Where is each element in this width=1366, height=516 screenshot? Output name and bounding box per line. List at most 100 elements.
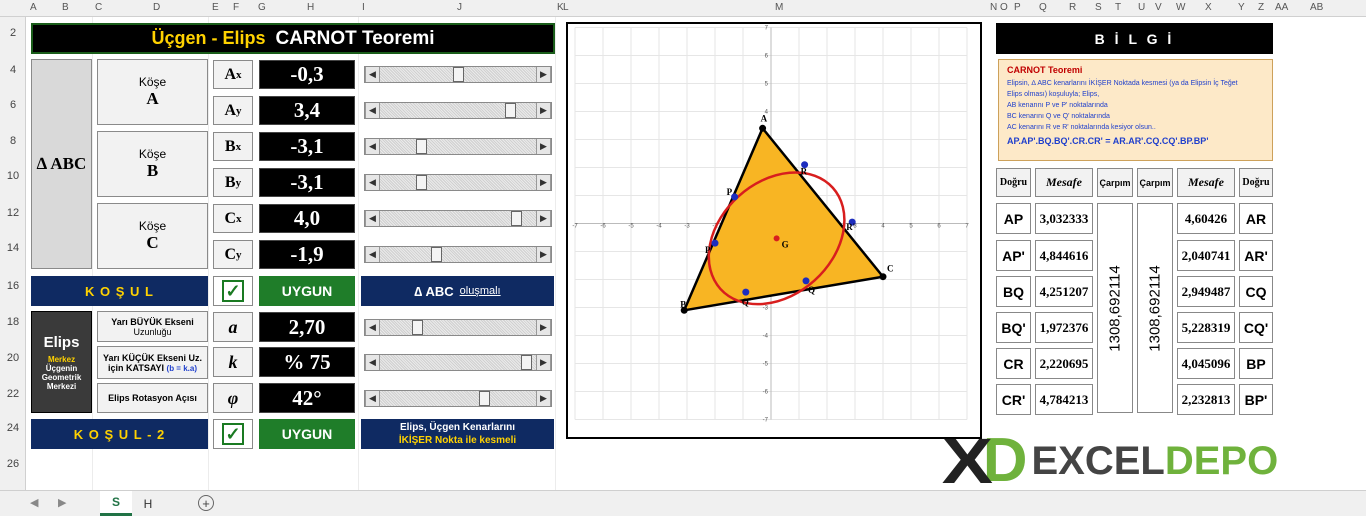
slider-thumb[interactable] (520, 355, 532, 370)
scroll-left-arrow-icon[interactable]: ◀ (365, 103, 380, 118)
scroll-right-arrow-icon[interactable]: ▶ (536, 320, 551, 335)
row-header[interactable]: 2 (0, 27, 26, 39)
scroll-right-arrow-icon[interactable]: ▶ (536, 175, 551, 190)
slider-thumb[interactable] (430, 247, 442, 262)
row-header[interactable]: 20 (0, 352, 26, 364)
param-k-label: Yarı KÜÇÜK Ekseni Uz. için KATSAYI (b = … (97, 346, 208, 379)
slider-thumb[interactable] (510, 211, 522, 226)
bilgi-formula: AP.AP'.BQ.BQ'.CR.CR' = AR.AR'.CQ.CQ'.BP.… (1007, 136, 1209, 146)
sheet-tab-s[interactable]: S (100, 491, 132, 516)
column-header[interactable]: F (233, 2, 239, 13)
row-header[interactable]: 10 (0, 170, 26, 182)
row-header[interactable]: 24 (0, 422, 26, 434)
column-header[interactable]: S (1095, 2, 1102, 13)
param-value: % 75 (259, 347, 355, 377)
row-header[interactable]: 26 (0, 458, 26, 470)
scroll-right-arrow-icon[interactable]: ▶ (536, 247, 551, 262)
row-header[interactable]: 18 (0, 316, 26, 328)
slider-thumb[interactable] (411, 320, 423, 335)
slider-thumb[interactable] (452, 67, 464, 82)
column-header[interactable]: L (563, 2, 569, 13)
slider-thumb[interactable] (416, 139, 428, 154)
scroll-right-arrow-icon[interactable]: ▶ (536, 67, 551, 82)
param-slider[interactable]: ◀ ▶ (364, 319, 552, 336)
param-slider[interactable]: ◀ ▶ (364, 390, 552, 407)
chart-svg: -7-7-6-6-5-5-4-4-3-3-2-2-1-1112233445566… (572, 26, 969, 424)
column-header[interactable]: U (1138, 2, 1145, 13)
param-slider[interactable]: ◀ ▶ (364, 354, 552, 371)
row-header[interactable]: 16 (0, 280, 26, 292)
scroll-left-arrow-icon[interactable]: ◀ (365, 139, 380, 154)
scroll-right-arrow-icon[interactable]: ▶ (536, 103, 551, 118)
scroll-left-arrow-icon[interactable]: ◀ (365, 320, 380, 335)
column-header[interactable]: W (1176, 2, 1185, 13)
scroll-right-arrow-icon[interactable]: ▶ (536, 211, 551, 226)
slider-thumb[interactable] (478, 391, 490, 406)
row-header[interactable]: 4 (0, 64, 26, 76)
intersection-point (802, 277, 810, 285)
column-header[interactable]: J (457, 2, 462, 13)
add-sheet-icon[interactable]: + (198, 495, 214, 511)
column-header[interactable]: V (1155, 2, 1162, 13)
column-header[interactable]: P (1014, 2, 1021, 13)
column-header[interactable]: T (1115, 2, 1121, 13)
slider-thumb[interactable] (504, 103, 516, 118)
column-header[interactable]: AB (1310, 2, 1323, 13)
column-header[interactable]: X (1205, 2, 1212, 13)
y-tick-label: 7 (765, 26, 769, 32)
coord-value: -3,1 (259, 168, 355, 197)
title-part1: Üçgen - Elips (151, 28, 266, 48)
column-header[interactable]: O (1000, 2, 1008, 13)
scroll-left-arrow-icon[interactable]: ◀ (365, 67, 380, 82)
coord-label: Ay (213, 96, 253, 125)
sheet-tab-h[interactable]: H (134, 491, 162, 516)
scroll-right-icon[interactable]: ▶ (58, 496, 66, 509)
kosul-checkbox[interactable]: ✓ (213, 276, 253, 306)
column-header[interactable]: C (95, 2, 102, 13)
column-header[interactable]: A (30, 2, 37, 13)
row-header[interactable]: 8 (0, 135, 26, 147)
row-header[interactable]: 14 (0, 242, 26, 254)
column-header[interactable]: G (258, 2, 266, 13)
scroll-left-arrow-icon[interactable]: ◀ (365, 175, 380, 190)
row-header[interactable]: 22 (0, 388, 26, 400)
column-header[interactable]: Z (1258, 2, 1264, 13)
scroll-left-icon[interactable]: ◀ (30, 496, 38, 509)
column-header[interactable]: R (1069, 2, 1076, 13)
bilgi-heading: CARNOT Teoremi (1007, 65, 1083, 75)
kosul2-checkbox[interactable]: ✓ (213, 419, 253, 449)
coord-slider[interactable]: ◀ ▶ (364, 174, 552, 191)
bilgi-title: B İ L G İ (996, 23, 1273, 54)
scroll-left-arrow-icon[interactable]: ◀ (365, 247, 380, 262)
column-header[interactable]: M (775, 2, 783, 13)
coord-slider[interactable]: ◀ ▶ (364, 102, 552, 119)
scroll-left-arrow-icon[interactable]: ◀ (365, 391, 380, 406)
scroll-right-arrow-icon[interactable]: ▶ (536, 391, 551, 406)
intersection-label: P' (705, 245, 713, 255)
scroll-left-arrow-icon[interactable]: ◀ (365, 355, 380, 370)
segment-length: 3,032333 (1035, 203, 1093, 234)
row-header[interactable]: 6 (0, 99, 26, 111)
column-header[interactable]: Y (1238, 2, 1245, 13)
coord-slider[interactable]: ◀ ▶ (364, 246, 552, 263)
page-title: Üçgen - Elips CARNOT Teoremi (31, 23, 555, 54)
segment-name: BP' (1239, 384, 1273, 415)
slider-thumb[interactable] (416, 175, 428, 190)
column-header[interactable]: D (153, 2, 160, 13)
column-header[interactable]: Q (1039, 2, 1047, 13)
coord-slider[interactable]: ◀ ▶ (364, 210, 552, 227)
column-header[interactable]: AA (1275, 2, 1288, 13)
coord-slider[interactable]: ◀ ▶ (364, 138, 552, 155)
segment-name: CQ (1239, 276, 1273, 307)
kosul-note-link[interactable]: oluşmalı (460, 285, 501, 297)
column-header[interactable]: H (307, 2, 314, 13)
coord-slider[interactable]: ◀ ▶ (364, 66, 552, 83)
column-header[interactable]: E (212, 2, 219, 13)
column-header[interactable]: I (362, 2, 365, 13)
scroll-right-arrow-icon[interactable]: ▶ (536, 139, 551, 154)
row-header[interactable]: 12 (0, 207, 26, 219)
column-header[interactable]: B (62, 2, 69, 13)
column-header[interactable]: N (990, 2, 997, 13)
scroll-right-arrow-icon[interactable]: ▶ (536, 355, 551, 370)
scroll-left-arrow-icon[interactable]: ◀ (365, 211, 380, 226)
